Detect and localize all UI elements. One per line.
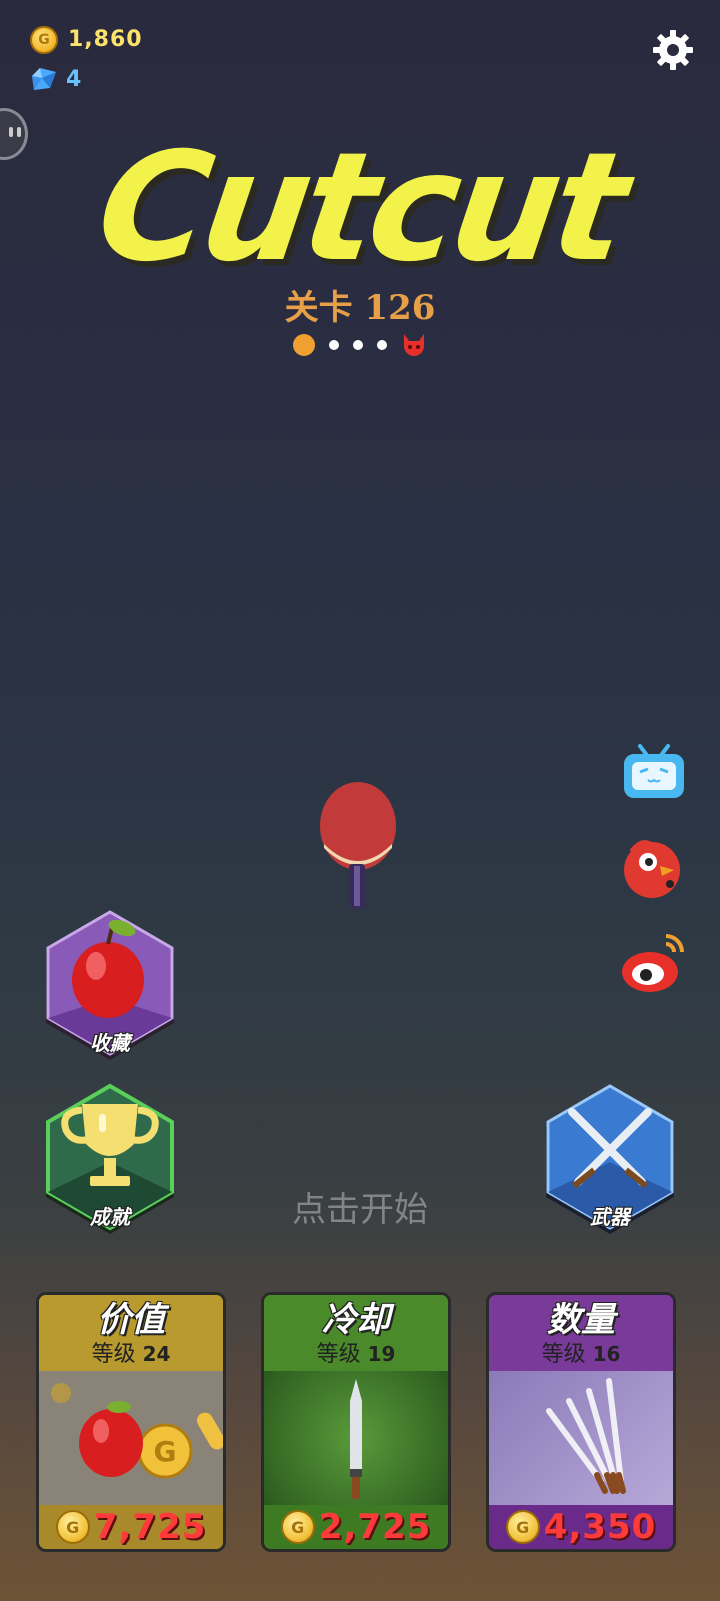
coin-icon: G: [505, 1510, 540, 1544]
stage-dot: [377, 340, 387, 350]
card-price: G 7,725: [39, 1505, 223, 1549]
collection-label: 收藏: [90, 1031, 130, 1055]
card-price: G 4,350: [489, 1505, 673, 1549]
card-price: G 2,725: [264, 1505, 448, 1549]
weibo-icon[interactable]: [618, 928, 690, 1000]
game-logo: Cutcut: [87, 121, 633, 295]
card-art-knives: [489, 1371, 673, 1505]
price-value: 2,725: [318, 1507, 432, 1547]
devil-icon: [404, 334, 424, 356]
collection-button[interactable]: 收藏: [42, 908, 178, 1068]
price-value: 7,725: [93, 1507, 207, 1547]
price-value: 4,350: [543, 1507, 657, 1547]
card-header: 价值 等级 24: [39, 1295, 223, 1371]
bird-icon[interactable]: [618, 832, 690, 904]
card-art-apple: G: [39, 1371, 223, 1505]
paddle-target: [320, 782, 396, 908]
card-header: 冷却 等级 19: [264, 1295, 448, 1371]
coin-icon: G: [280, 1510, 315, 1544]
card-art-knife: [264, 1371, 448, 1505]
stage-dot-current: [293, 334, 315, 356]
coin-icon: G: [30, 26, 58, 54]
svg-text:G: G: [154, 1435, 177, 1468]
upgrade-card-quantity[interactable]: 数量 等级 16 G 4,350: [486, 1292, 676, 1552]
upgrade-card-cooldown[interactable]: 冷却 等级 19 G 2,725: [261, 1292, 451, 1552]
card-level: 等级 24: [91, 1342, 171, 1367]
stage-dot: [353, 340, 363, 350]
level-label: 关卡 126: [284, 288, 436, 328]
gem-icon: [32, 68, 56, 90]
gear-icon[interactable]: [651, 28, 695, 72]
gem-count: 4: [66, 67, 83, 92]
card-title: 冷却: [322, 1300, 390, 1340]
card-level: 等级 16: [541, 1342, 621, 1367]
coin-count: 1,860: [68, 27, 143, 52]
upgrade-card-value[interactable]: 价值 等级 24 G G 7,725: [36, 1292, 226, 1552]
card-level: 等级 19: [316, 1342, 396, 1367]
card-header: 数量 等级 16: [489, 1295, 673, 1371]
card-title: 数量: [547, 1300, 615, 1340]
stage-dot: [329, 340, 339, 350]
stage-progress: [0, 332, 720, 358]
coin-icon: G: [55, 1510, 90, 1544]
tap-to-start[interactable]: 点击开始: [0, 1182, 720, 1231]
card-title: 价值: [97, 1300, 165, 1340]
bilibili-icon[interactable]: [618, 736, 690, 808]
